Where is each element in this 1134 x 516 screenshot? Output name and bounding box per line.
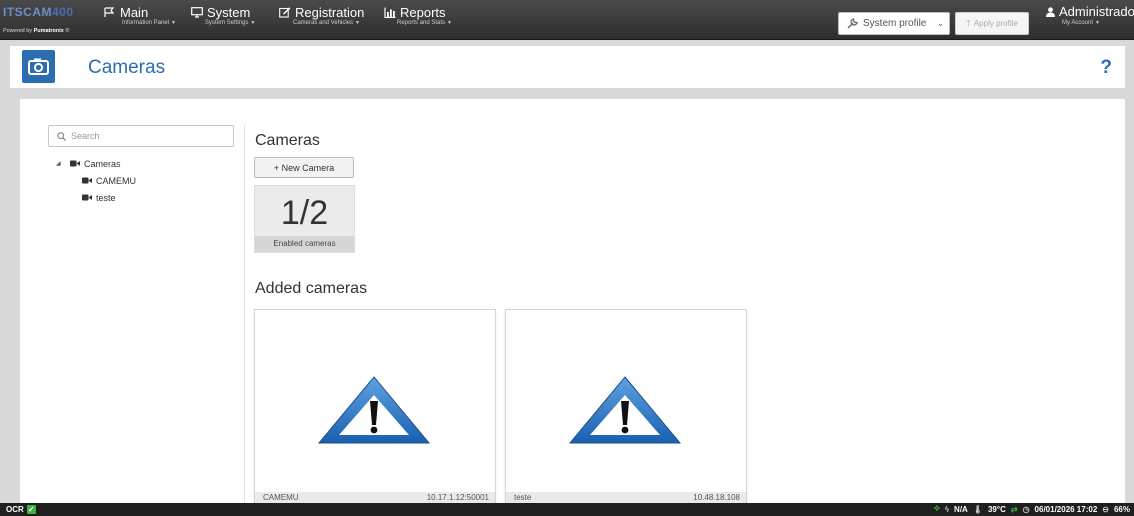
video-camera-icon <box>70 160 80 167</box>
powered-by-text: Powered by Pumatronix ® <box>3 28 70 34</box>
added-cameras-heading: Added cameras <box>255 280 368 297</box>
nav-system-label: System <box>207 5 251 20</box>
chevron-down-icon: ⌄ <box>937 19 944 28</box>
caret-down-icon: ▼ <box>250 20 256 26</box>
cameras-heading: Cameras <box>255 132 320 149</box>
nav-reports[interactable]: Reports Reports and Stats ▼ <box>384 6 452 36</box>
disk-icon: ⊖ <box>1102 504 1109 514</box>
caret-down-icon: ▼ <box>1095 20 1100 26</box>
tree-root-label: Cameras <box>84 158 121 169</box>
main-content: ◢ Cameras CAMEMU teste Cameras + New Cam… <box>20 99 1125 505</box>
nav-system-sub: System Settings <box>205 20 249 26</box>
bar-chart-icon <box>384 7 396 18</box>
power-value: N/A <box>954 504 968 514</box>
video-camera-icon <box>82 194 92 201</box>
nav-system[interactable]: System System Settings ▼ <box>191 6 255 36</box>
camera-badge-icon <box>22 50 55 83</box>
account-name: Administrador <box>1059 4 1134 19</box>
apply-profile-label: Apply profile <box>973 19 1018 28</box>
wrench-icon <box>847 18 858 29</box>
warning-icon <box>317 376 431 444</box>
user-icon <box>1046 6 1055 17</box>
thermometer-icon: 🌡 <box>972 504 983 514</box>
status-bar: OCR ✓ ⯎ ϟ N/A 🌡 39°C ⇄ ◷ 06/01/2026 17:0… <box>0 503 1134 516</box>
camera-card[interactable]: CAMEMU 10.17.1.12:50001 <box>254 309 496 505</box>
tree-root-cameras[interactable]: ◢ Cameras <box>56 155 136 172</box>
caret-down-icon: ▼ <box>447 20 452 26</box>
caret-down-icon: ▼ <box>355 20 360 26</box>
brand-wordmark: ITSCAM400 <box>3 5 74 19</box>
nav-main-sub: Information Panel <box>122 20 170 26</box>
tree-item-label: CAMEMU <box>96 175 136 186</box>
system-profile-select[interactable]: System profile ⌄ <box>838 12 950 35</box>
collapse-triangle-icon[interactable]: ◢ <box>56 160 66 167</box>
ocr-label: OCR <box>6 505 24 514</box>
brand-logo[interactable]: ITSCAM400 Powered by Pumatronix ® <box>3 2 88 38</box>
tree-item-label: teste <box>96 192 116 203</box>
video-camera-icon <box>82 177 92 184</box>
system-profile-value: System profile <box>863 18 927 29</box>
edit-icon <box>279 7 291 18</box>
flag-icon <box>104 7 115 17</box>
transfer-icon: ⇄ <box>1010 504 1018 514</box>
system-status: ⯎ ϟ N/A 🌡 39°C ⇄ ◷ 06/01/2026 17:02 ⊖ 66… <box>934 504 1130 514</box>
search-box[interactable] <box>48 125 234 147</box>
nav-registration-label: Registration <box>295 5 365 20</box>
account-sub: My Account <box>1062 20 1094 26</box>
nav-main-label: Main <box>120 5 149 20</box>
apply-profile-button[interactable]: 🡑 Apply profile <box>955 12 1029 35</box>
nav-reports-sub: Reports and Stats <box>397 20 446 26</box>
new-camera-button[interactable]: + New Camera <box>254 157 354 178</box>
nav-reports-label: Reports <box>400 5 446 20</box>
nav-main[interactable]: Main Information Panel ▼ <box>104 6 176 36</box>
check-icon: ✓ <box>26 505 36 514</box>
ocr-status: OCR ✓ <box>6 505 36 514</box>
page-title: Cameras <box>88 57 166 78</box>
tree-item-camemu[interactable]: CAMEMU <box>82 172 136 189</box>
top-navbar: ITSCAM400 Powered by Pumatronix ® Main I… <box>0 0 1134 40</box>
help-button[interactable]: ? <box>1100 57 1112 79</box>
caret-down-icon: ▼ <box>171 20 176 26</box>
sidebar-divider <box>244 125 245 503</box>
account-menu[interactable]: Administrador My Account ▼ <box>1046 4 1134 26</box>
datetime-value: 06/01/2026 17:02 <box>1034 504 1098 514</box>
nav-registration-sub: Cameras and Vehicles <box>293 20 354 26</box>
disk-value: 66% <box>1113 504 1130 514</box>
nav-registration[interactable]: Registration Cameras and Vehicles ▼ <box>279 6 364 36</box>
network-icon: ⯎ <box>934 504 940 513</box>
temperature-value: 39°C <box>987 504 1006 514</box>
camera-tree: ◢ Cameras CAMEMU teste <box>56 155 136 206</box>
tree-item-teste[interactable]: teste <box>82 189 136 206</box>
warning-icon <box>568 376 682 444</box>
search-input[interactable] <box>71 131 221 141</box>
camera-card[interactable]: teste 10.48.18.108 <box>505 309 747 505</box>
page-header: Cameras ? <box>10 46 1125 88</box>
arrow-up-icon: 🡑 <box>966 17 971 28</box>
search-icon <box>57 131 66 141</box>
clock-icon: ◷ <box>1022 504 1030 514</box>
monitor-icon <box>191 7 203 18</box>
enabled-cameras-stat: 1/2 Enabled cameras <box>254 185 355 253</box>
enabled-cameras-value: 1/2 <box>280 194 329 232</box>
enabled-cameras-label: Enabled cameras <box>255 236 354 252</box>
power-icon: ϟ <box>944 504 950 514</box>
